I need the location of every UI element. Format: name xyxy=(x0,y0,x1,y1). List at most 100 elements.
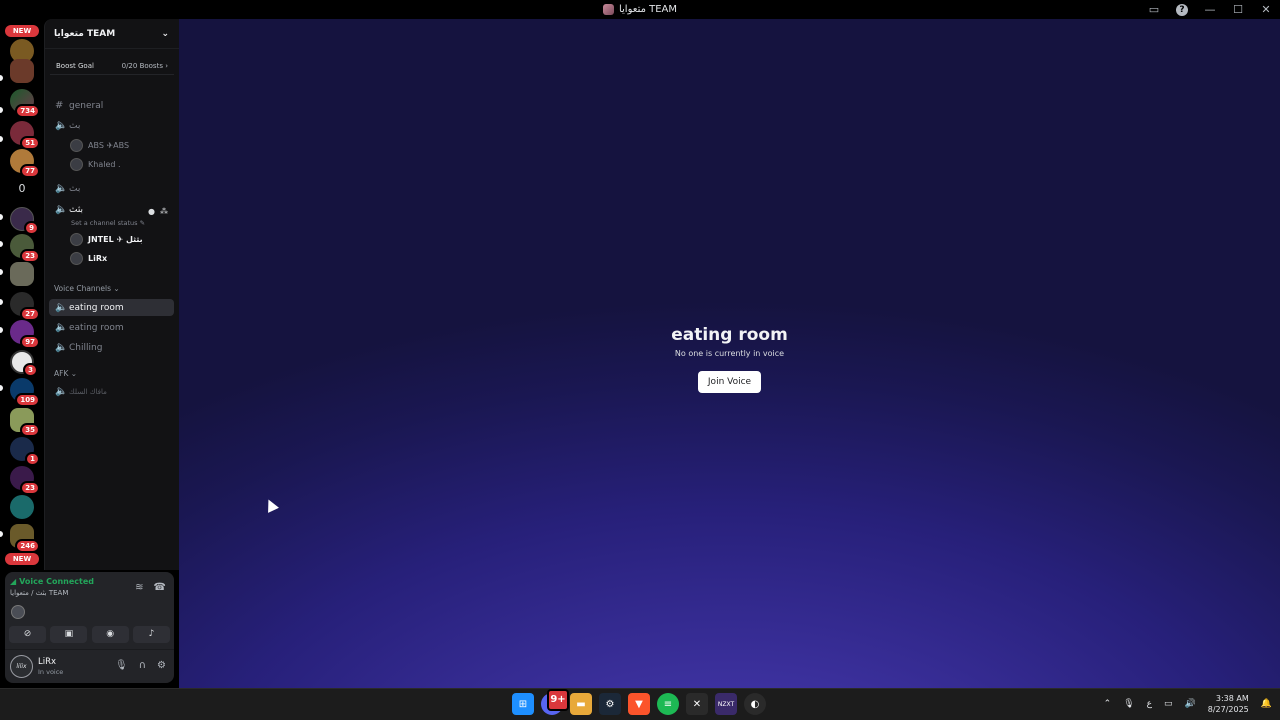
discord-icon[interactable]: ◕9+ xyxy=(541,689,569,715)
spotify-icon[interactable]: ≡ xyxy=(657,693,679,715)
nzxt-icon[interactable]: NZXT xyxy=(715,693,737,715)
server-header[interactable]: متعوايا TEAM ⌄ xyxy=(45,19,179,49)
invite-icon[interactable]: ⁂ xyxy=(160,207,168,216)
server-icon[interactable]: 51 xyxy=(10,121,40,150)
server-icon[interactable] xyxy=(10,495,34,519)
microphone-icon[interactable]: 🎙 xyxy=(1123,699,1134,709)
server-icon[interactable]: 97 xyxy=(10,320,40,349)
windows-start-icon[interactable]: ⊞ xyxy=(512,693,534,715)
title-bar: متعوايا TEAM ▭ ? — ☐ ✕ xyxy=(0,0,1280,19)
clock[interactable]: 3:38 AM 8/27/2025 xyxy=(1208,693,1249,715)
category-afk[interactable]: AFK ⌄ xyxy=(54,369,77,378)
steam-icon[interactable]: ⚙ xyxy=(599,693,621,715)
mention-badge: 23 xyxy=(20,249,40,263)
voice-controls: ≋ ☎ xyxy=(135,582,166,593)
voice-user[interactable]: JNTEL ✈ بثثل xyxy=(70,233,143,246)
server-icon[interactable]: 246 xyxy=(10,524,40,553)
signal-icon: ◢ xyxy=(10,577,17,586)
channel-status[interactable]: Set a channel status ✎ xyxy=(71,219,145,227)
system-tray: ⌃ 🎙 ع ▭ 🔊 3:38 AM 8/27/2025 🔔 xyxy=(1104,693,1272,715)
user-panel: ◢ Voice Connected بثث / متعوايا TEAM ≋ ☎… xyxy=(5,572,174,683)
empty-voice-message: No one is currently in voice xyxy=(674,349,785,358)
server-icon[interactable]: 734 xyxy=(10,89,40,118)
speaker-icon: 🔈 xyxy=(55,183,68,194)
mention-badge: 1 xyxy=(25,452,40,466)
channel-eating-room-2[interactable]: 🔈 eating room xyxy=(49,319,174,336)
voice-connected-status[interactable]: ◢ Voice Connected xyxy=(10,577,94,586)
server-icon[interactable]: 9 xyxy=(10,207,39,235)
microphone-icon[interactable]: 🎙 xyxy=(115,660,128,671)
inbox-icon[interactable]: ▭ xyxy=(1140,3,1168,16)
server-icon[interactable]: 23 xyxy=(10,466,40,495)
user-controls: 🎙 ∩ ⚙ xyxy=(115,660,166,671)
channel-general[interactable]: # general xyxy=(49,97,174,114)
voice-location[interactable]: بثث / متعوايا TEAM xyxy=(10,589,68,597)
file-explorer-icon[interactable]: ▬ xyxy=(570,693,592,715)
window-controls: ▭ ? — ☐ ✕ xyxy=(1140,0,1280,19)
network-icon[interactable]: ▭ xyxy=(1164,699,1173,709)
voice-channel[interactable]: 🔈 بث xyxy=(49,117,174,134)
chevron-up-icon[interactable]: ⌃ xyxy=(1104,699,1112,709)
minimize-button[interactable]: — xyxy=(1196,3,1224,16)
channel-label: eating room xyxy=(69,302,124,313)
user-name[interactable]: LiRx xyxy=(38,657,56,667)
clock-date: 8/27/2025 xyxy=(1207,705,1249,714)
gear-icon[interactable]: ⚙ xyxy=(157,660,166,671)
server-icon[interactable]: 77 xyxy=(10,149,40,178)
server-icon[interactable]: 35 xyxy=(10,408,40,437)
channel-eating-room[interactable]: 🔈 eating room xyxy=(49,299,174,316)
speaker-icon: 🔈 xyxy=(55,120,68,131)
xbox-icon[interactable]: ✕ xyxy=(686,693,708,715)
join-voice-button[interactable]: Join Voice xyxy=(697,371,762,393)
category-voice-channels[interactable]: Voice Channels ⌄ xyxy=(54,284,120,293)
volume-icon[interactable]: 🔊 xyxy=(1185,699,1196,709)
server-icon[interactable] xyxy=(10,59,34,83)
voice-user-name: LiRx xyxy=(88,254,108,263)
boost-count: 0/20 Boosts › xyxy=(121,61,168,70)
server-icon[interactable]: 0 xyxy=(10,177,34,201)
help-icon[interactable]: ? xyxy=(1176,3,1188,16)
voice-channel[interactable]: 🔈 بث xyxy=(49,180,174,197)
server-icon[interactable]: 3 xyxy=(10,350,38,377)
avatar[interactable] xyxy=(11,605,25,619)
noise-suppression-icon[interactable]: ≋ xyxy=(135,582,143,593)
voice-user[interactable]: Khaled . xyxy=(70,158,121,171)
mention-badge: 77 xyxy=(20,164,40,178)
server-icon[interactable]: 109 xyxy=(10,378,40,407)
mention-badge: 246 xyxy=(15,539,40,553)
channel-chilling[interactable]: 🔈 Chilling xyxy=(49,339,174,356)
activity-button[interactable]: ◉ xyxy=(91,626,129,643)
taskbar-apps: ⊞ ◕9+ ▬ ⚙ ▼ ≡ ✕ NZXT ◐ xyxy=(512,689,766,715)
close-button[interactable]: ✕ xyxy=(1252,3,1280,16)
mention-badge: 97 xyxy=(20,335,40,349)
chat-icon[interactable]: ● xyxy=(148,207,155,216)
avatar[interactable]: lilix xyxy=(10,655,33,678)
brave-icon[interactable]: ▼ xyxy=(628,693,650,715)
voice-user[interactable]: LiRx xyxy=(70,252,107,265)
boost-goal[interactable]: Boost Goal 0/20 Boosts › xyxy=(50,57,174,75)
channel-afk[interactable]: 🔈 مافاك السلك xyxy=(49,383,174,400)
mention-badge: 51 xyxy=(20,136,40,150)
server-icon[interactable]: 23 xyxy=(10,234,40,263)
maximize-button[interactable]: ☐ xyxy=(1224,3,1252,16)
voice-user[interactable]: ABS ✈ABS xyxy=(70,139,129,152)
new-badge: NEW xyxy=(5,553,39,565)
headphones-icon[interactable]: ∩ xyxy=(139,660,146,671)
new-badge: NEW xyxy=(5,25,39,37)
app-icon[interactable]: ◐ xyxy=(744,693,766,715)
soundboard-button[interactable]: ♪ xyxy=(132,626,170,643)
server-icon[interactable]: 1 xyxy=(10,437,40,466)
notification-badge: 9+ xyxy=(547,689,569,711)
voice-action-buttons: ⊘ ▣ ◉ ♪ xyxy=(9,626,170,643)
clock-time: 3:38 AM xyxy=(1215,694,1249,703)
bell-icon[interactable]: 🔔 xyxy=(1261,699,1272,709)
server-icon[interactable] xyxy=(10,262,34,286)
chevron-down-icon: ⌄ xyxy=(161,28,169,39)
server-icon[interactable]: 27 xyxy=(10,292,40,321)
speaker-icon: 🔈 xyxy=(55,204,68,215)
disconnect-icon[interactable]: ☎ xyxy=(154,582,166,593)
language-indicator[interactable]: ع xyxy=(1147,699,1152,709)
camera-button[interactable]: ⊘ xyxy=(9,626,46,643)
screen-share-button[interactable]: ▣ xyxy=(50,626,88,643)
channel-label: بث xyxy=(69,183,81,194)
